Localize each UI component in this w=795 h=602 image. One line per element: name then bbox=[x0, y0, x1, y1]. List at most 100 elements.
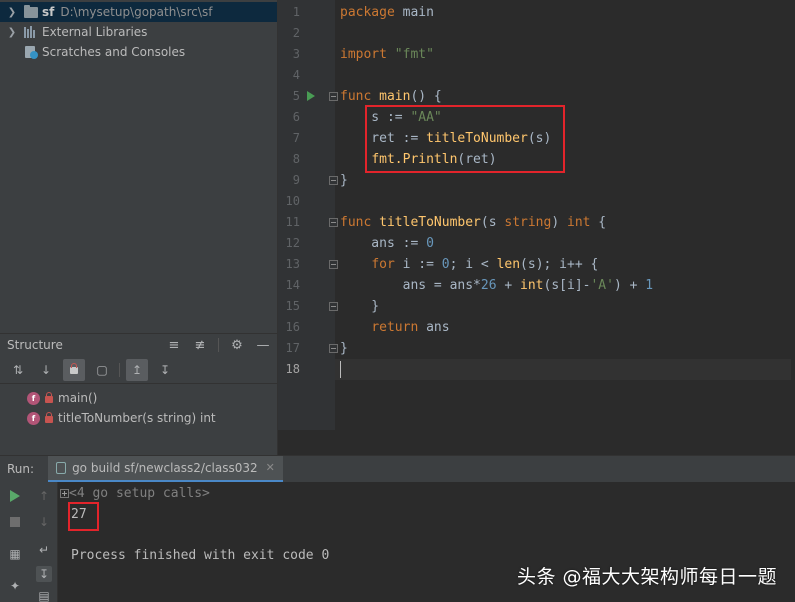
highlight-annotation-box bbox=[365, 105, 565, 173]
code-line: func main() { bbox=[340, 89, 442, 104]
folder-icon bbox=[24, 4, 38, 18]
line-number: 16 bbox=[285, 320, 300, 334]
code-line: for i := 0; i < len(s); i++ { bbox=[371, 257, 599, 272]
expand-all-icon[interactable]: ≡ bbox=[166, 337, 182, 353]
rerun-icon[interactable] bbox=[7, 488, 23, 504]
code-line: } bbox=[340, 173, 348, 188]
fold-icon[interactable] bbox=[329, 344, 338, 353]
output-highlight-box bbox=[68, 502, 99, 531]
code-line: package main bbox=[340, 5, 434, 20]
console-exit-message: Process finished with exit code 0 bbox=[71, 548, 330, 563]
function-icon: f bbox=[27, 391, 40, 405]
autoscroll-from-source-icon[interactable]: ↧ bbox=[154, 359, 176, 381]
editor-empty-area bbox=[277, 430, 795, 455]
collapse-all-icon[interactable]: ≢ bbox=[192, 337, 208, 353]
code-line: import "fmt" bbox=[340, 47, 434, 62]
console-setup-calls[interactable]: <4 go setup calls> bbox=[60, 484, 210, 504]
line-number-current: 18 bbox=[285, 362, 300, 376]
show-fields-icon[interactable]: ▢ bbox=[91, 359, 113, 381]
print-icon[interactable]: ▤ bbox=[36, 588, 52, 602]
line-number: 14 bbox=[285, 278, 300, 292]
structure-toolbar: ⇅ ↓ ▢ ↥ ↧ bbox=[0, 356, 277, 384]
chevron-right-icon[interactable]: ❯ bbox=[6, 7, 18, 18]
minimize-icon[interactable]: — bbox=[255, 337, 271, 353]
run-toolbar: ▦ ✦ bbox=[0, 482, 30, 602]
line-number: 2 bbox=[292, 26, 300, 40]
scroll-to-end-icon[interactable]: ↧ bbox=[36, 566, 52, 582]
run-configuration-tab[interactable]: go build sf/newclass2/class032 ✕ bbox=[48, 455, 283, 483]
tree-node-scratches[interactable]: Scratches and Consoles bbox=[0, 42, 185, 62]
function-icon: f bbox=[27, 411, 40, 425]
structure-item-titletonumber[interactable]: f titleToNumber(s string) int bbox=[0, 408, 277, 428]
fold-icon[interactable] bbox=[329, 92, 338, 101]
code-line: ans = ans*26 + int(s[i]-'A') + 1 bbox=[340, 278, 654, 293]
tree-node-label: External Libraries bbox=[42, 25, 148, 39]
soft-wrap-icon[interactable]: ↵ bbox=[36, 542, 52, 558]
divider bbox=[119, 362, 120, 377]
code-line: return ans bbox=[371, 320, 450, 335]
line-number: 8 bbox=[292, 152, 300, 166]
line-number: 11 bbox=[285, 215, 300, 229]
tree-node-path: D:\mysetup\gopath\src\sf bbox=[60, 5, 213, 19]
code-line: ans := 0 bbox=[340, 236, 434, 251]
structure-item-label: main() bbox=[58, 391, 98, 405]
layout-icon[interactable]: ▦ bbox=[7, 546, 23, 562]
line-number: 10 bbox=[285, 194, 300, 208]
code-line-current[interactable] bbox=[335, 359, 791, 380]
run-tab-label: go build sf/newclass2/class032 bbox=[72, 460, 258, 475]
arrow-up-icon[interactable]: ↑ bbox=[36, 488, 52, 504]
editor-gutter: 1 2 3 4 5 6 7 8 9 10 11 12 13 14 15 16 1… bbox=[278, 0, 338, 430]
code-editor[interactable]: 1 2 3 4 5 6 7 8 9 10 11 12 13 14 15 16 1… bbox=[277, 0, 795, 430]
structure-header: Structure ≡ ≢ ⚙ — bbox=[0, 334, 277, 356]
library-icon bbox=[24, 26, 38, 38]
line-number: 5 bbox=[292, 89, 300, 103]
run-toolbar-secondary: ↑ ↓ ↵ ↧ ▤ bbox=[30, 482, 58, 602]
structure-title: Structure bbox=[7, 338, 63, 352]
setup-calls-text: <4 go setup calls> bbox=[69, 486, 210, 501]
chevron-right-icon[interactable]: ❯ bbox=[6, 27, 18, 38]
show-non-public-icon[interactable] bbox=[63, 358, 85, 381]
scratch-icon bbox=[24, 45, 38, 59]
line-number: 3 bbox=[292, 47, 300, 61]
line-number: 1 bbox=[292, 5, 300, 19]
divider bbox=[218, 338, 219, 352]
text-caret bbox=[340, 361, 341, 378]
line-number: 17 bbox=[285, 341, 300, 355]
go-file-icon bbox=[56, 461, 67, 474]
watermark: 头条 @福大大架构师每日一题 bbox=[516, 566, 777, 588]
structure-tool-window: Structure ≡ ≢ ⚙ — ⇅ ↓ ▢ ↥ ↧ f main() f t… bbox=[0, 333, 277, 455]
line-number: 15 bbox=[285, 299, 300, 313]
code-line: } bbox=[340, 341, 348, 356]
line-number: 13 bbox=[285, 257, 300, 271]
sort-alphabetically-icon[interactable]: ↓ bbox=[35, 359, 57, 381]
fold-icon[interactable] bbox=[329, 176, 338, 185]
fold-icon[interactable] bbox=[329, 302, 338, 311]
stop-icon[interactable] bbox=[7, 514, 23, 530]
code-line: func titleToNumber(s string) int { bbox=[340, 215, 607, 230]
tree-node-label: Scratches and Consoles bbox=[42, 45, 186, 59]
lock-icon bbox=[45, 391, 53, 403]
line-number: 12 bbox=[285, 236, 300, 250]
structure-item-main[interactable]: f main() bbox=[0, 388, 277, 408]
fold-icon[interactable] bbox=[329, 218, 338, 227]
arrow-down-icon[interactable]: ↓ bbox=[36, 514, 52, 530]
sort-by-visibility-icon[interactable]: ⇅ bbox=[7, 359, 29, 381]
tree-node-label: sf bbox=[42, 5, 55, 19]
code-line: } bbox=[340, 299, 380, 314]
line-number: 4 bbox=[292, 68, 300, 82]
autoscroll-to-source-icon[interactable]: ↥ bbox=[126, 358, 148, 381]
gear-icon[interactable]: ⚙ bbox=[229, 337, 245, 353]
close-icon[interactable]: ✕ bbox=[266, 461, 275, 474]
run-gutter-icon[interactable] bbox=[307, 91, 315, 101]
fold-icon[interactable] bbox=[329, 260, 338, 269]
tree-node-sf[interactable]: ❯ sf D:\mysetup\gopath\src\sf bbox=[0, 2, 277, 22]
run-tool-window-header: Run: go build sf/newclass2/class032 ✕ bbox=[0, 455, 795, 483]
lock-icon bbox=[45, 411, 53, 423]
line-number: 7 bbox=[292, 131, 300, 145]
structure-item-label: titleToNumber(s string) int bbox=[58, 411, 216, 425]
project-tool-window: ❯ sf D:\mysetup\gopath\src\sf ❯ External… bbox=[0, 0, 277, 333]
pin-icon[interactable]: ✦ bbox=[7, 578, 23, 594]
expand-icon[interactable] bbox=[60, 489, 69, 498]
tree-node-external-libraries[interactable]: ❯ External Libraries bbox=[0, 22, 148, 42]
run-label: Run: bbox=[7, 462, 35, 476]
